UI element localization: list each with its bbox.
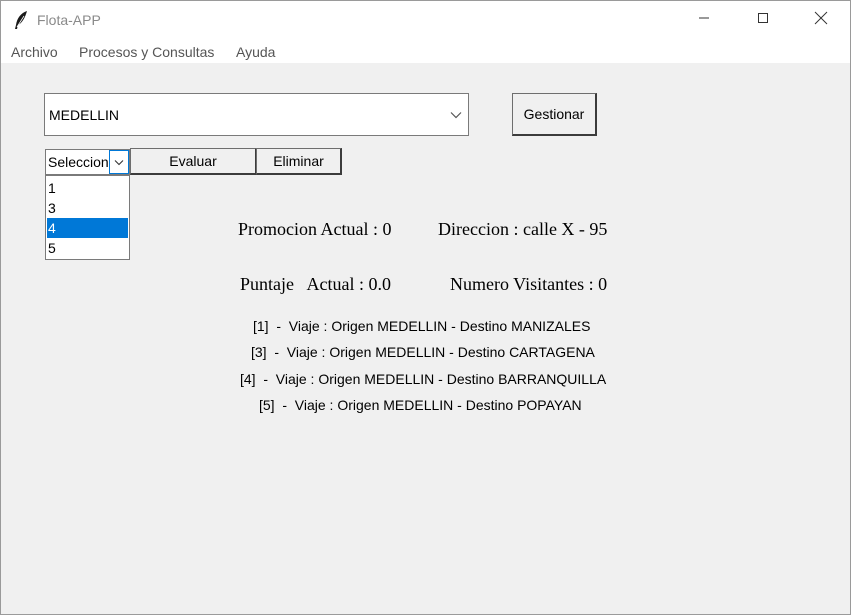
window-title: Flota-APP	[37, 12, 101, 28]
close-icon	[814, 11, 828, 30]
menu-ayuda[interactable]: Ayuda	[236, 44, 275, 60]
viaje-selector-value: Seleccione	[48, 154, 110, 170]
dropdown-option[interactable]: 1	[47, 178, 128, 198]
chevron-down-icon[interactable]	[444, 94, 468, 135]
numero-visitantes-label: Numero Visitantes : 0	[450, 274, 608, 294]
viaje-selector-combobox[interactable]: Seleccione	[45, 149, 130, 175]
city-combobox[interactable]: MEDELLIN	[44, 93, 469, 136]
minimize-button[interactable]	[675, 1, 733, 39]
title-bar[interactable]: Flota-APP	[1, 1, 850, 39]
feather-icon	[13, 10, 29, 30]
viaje-list-item: [3] - Viaje : Origen MEDELLIN - Destino …	[251, 344, 595, 360]
menu-bar: Archivo Procesos y Consultas Ayuda	[1, 39, 850, 63]
promocion-actual-label: Promocion Actual : 0	[238, 219, 392, 239]
direccion-label: Direccion : calle X - 95	[438, 219, 608, 239]
evaluar-button[interactable]: Evaluar	[130, 148, 257, 175]
viaje-list-item: [5] - Viaje : Origen MEDELLIN - Destino …	[259, 397, 582, 413]
viaje-dropdown-list: 1 3 4 5	[45, 175, 130, 260]
puntaje-actual-label: Puntaje Actual : 0.0	[240, 274, 391, 294]
dropdown-option[interactable]: 5	[47, 238, 128, 258]
viaje-list-item: [4] - Viaje : Origen MEDELLIN - Destino …	[240, 371, 607, 387]
dropdown-option[interactable]: 3	[47, 198, 128, 218]
menu-archivo[interactable]: Archivo	[11, 44, 58, 60]
gestionar-button[interactable]: Gestionar	[512, 93, 597, 136]
chevron-down-icon[interactable]	[109, 150, 129, 174]
dropdown-option-selected[interactable]: 4	[47, 218, 128, 238]
app-window: Flota-APP Archivo Procesos y Consultas A…	[0, 0, 851, 615]
menu-procesos-consultas[interactable]: Procesos y Consultas	[79, 44, 214, 60]
close-button[interactable]	[792, 1, 850, 39]
viaje-list-item: [1] - Viaje : Origen MEDELLIN - Destino …	[253, 318, 591, 334]
minimize-icon	[698, 11, 710, 29]
maximize-icon	[757, 11, 769, 29]
city-combobox-value: MEDELLIN	[49, 107, 120, 123]
maximize-button[interactable]	[734, 1, 792, 39]
eliminar-button[interactable]: Eliminar	[256, 148, 342, 175]
